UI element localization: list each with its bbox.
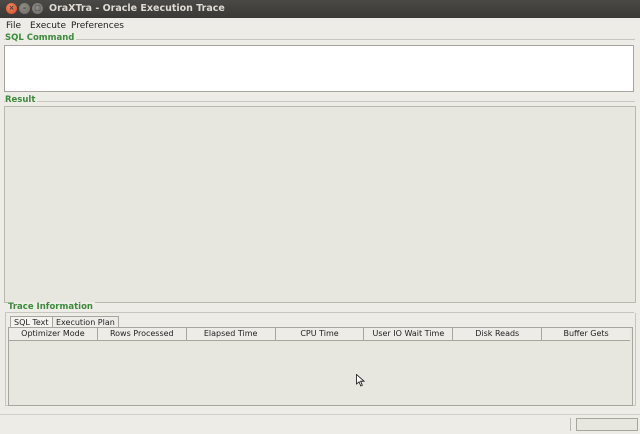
sql-command-group-border: [4, 39, 635, 40]
column-header-disk-reads[interactable]: Disk Reads: [453, 328, 543, 340]
sql-command-label: SQL Command: [5, 33, 77, 43]
result-label: Result: [5, 95, 38, 105]
mouse-cursor-icon: [356, 374, 365, 387]
column-header-rows-processed[interactable]: Rows Processed: [98, 328, 187, 340]
column-header-buffer-gets[interactable]: Buffer Gets: [542, 328, 630, 340]
status-bar: [0, 414, 640, 434]
window-title: OraXTra - Oracle Execution Trace: [49, 3, 225, 14]
status-separator: [570, 418, 571, 431]
column-header-optimizer-mode[interactable]: Optimizer Mode: [9, 328, 98, 340]
result-group-border: [4, 101, 635, 102]
minimize-window-icon[interactable]: –: [19, 3, 30, 14]
trace-information-label: Trace Information: [8, 302, 95, 312]
menu-bar: File Execute Preferences: [0, 18, 640, 34]
result-panel[interactable]: [4, 106, 636, 303]
close-window-icon[interactable]: ×: [6, 3, 17, 14]
menu-file[interactable]: File: [6, 21, 21, 31]
status-progress-field: [576, 418, 638, 431]
menu-preferences[interactable]: Preferences: [71, 21, 124, 31]
trace-table-header: Optimizer Mode Rows Processed Elapsed Ti…: [9, 328, 630, 341]
title-bar: × – □ OraXTra - Oracle Execution Trace: [0, 0, 640, 18]
column-header-user-io-wait-time[interactable]: User IO Wait Time: [364, 328, 454, 340]
column-header-elapsed-time[interactable]: Elapsed Time: [187, 328, 276, 340]
menu-execute[interactable]: Execute: [30, 21, 66, 31]
maximize-window-icon[interactable]: □: [32, 3, 43, 14]
sql-command-input[interactable]: [4, 45, 634, 92]
column-header-cpu-time[interactable]: CPU Time: [276, 328, 365, 340]
